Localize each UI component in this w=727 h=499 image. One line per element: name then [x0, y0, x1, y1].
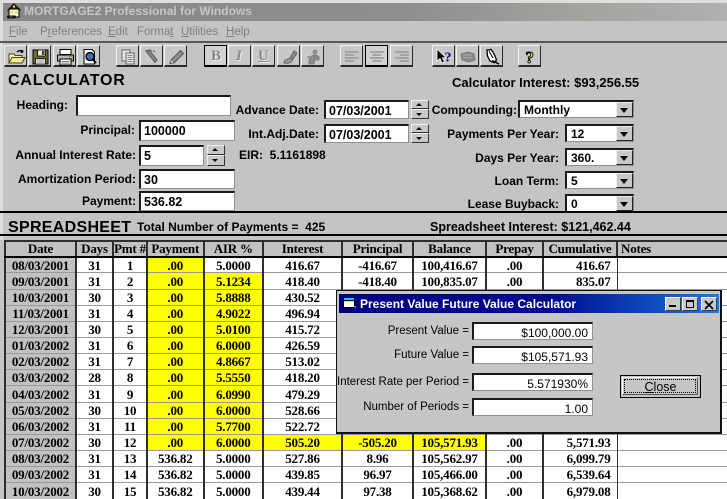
svg-text:?: ? [445, 51, 452, 66]
svg-text:?: ? [526, 48, 535, 66]
